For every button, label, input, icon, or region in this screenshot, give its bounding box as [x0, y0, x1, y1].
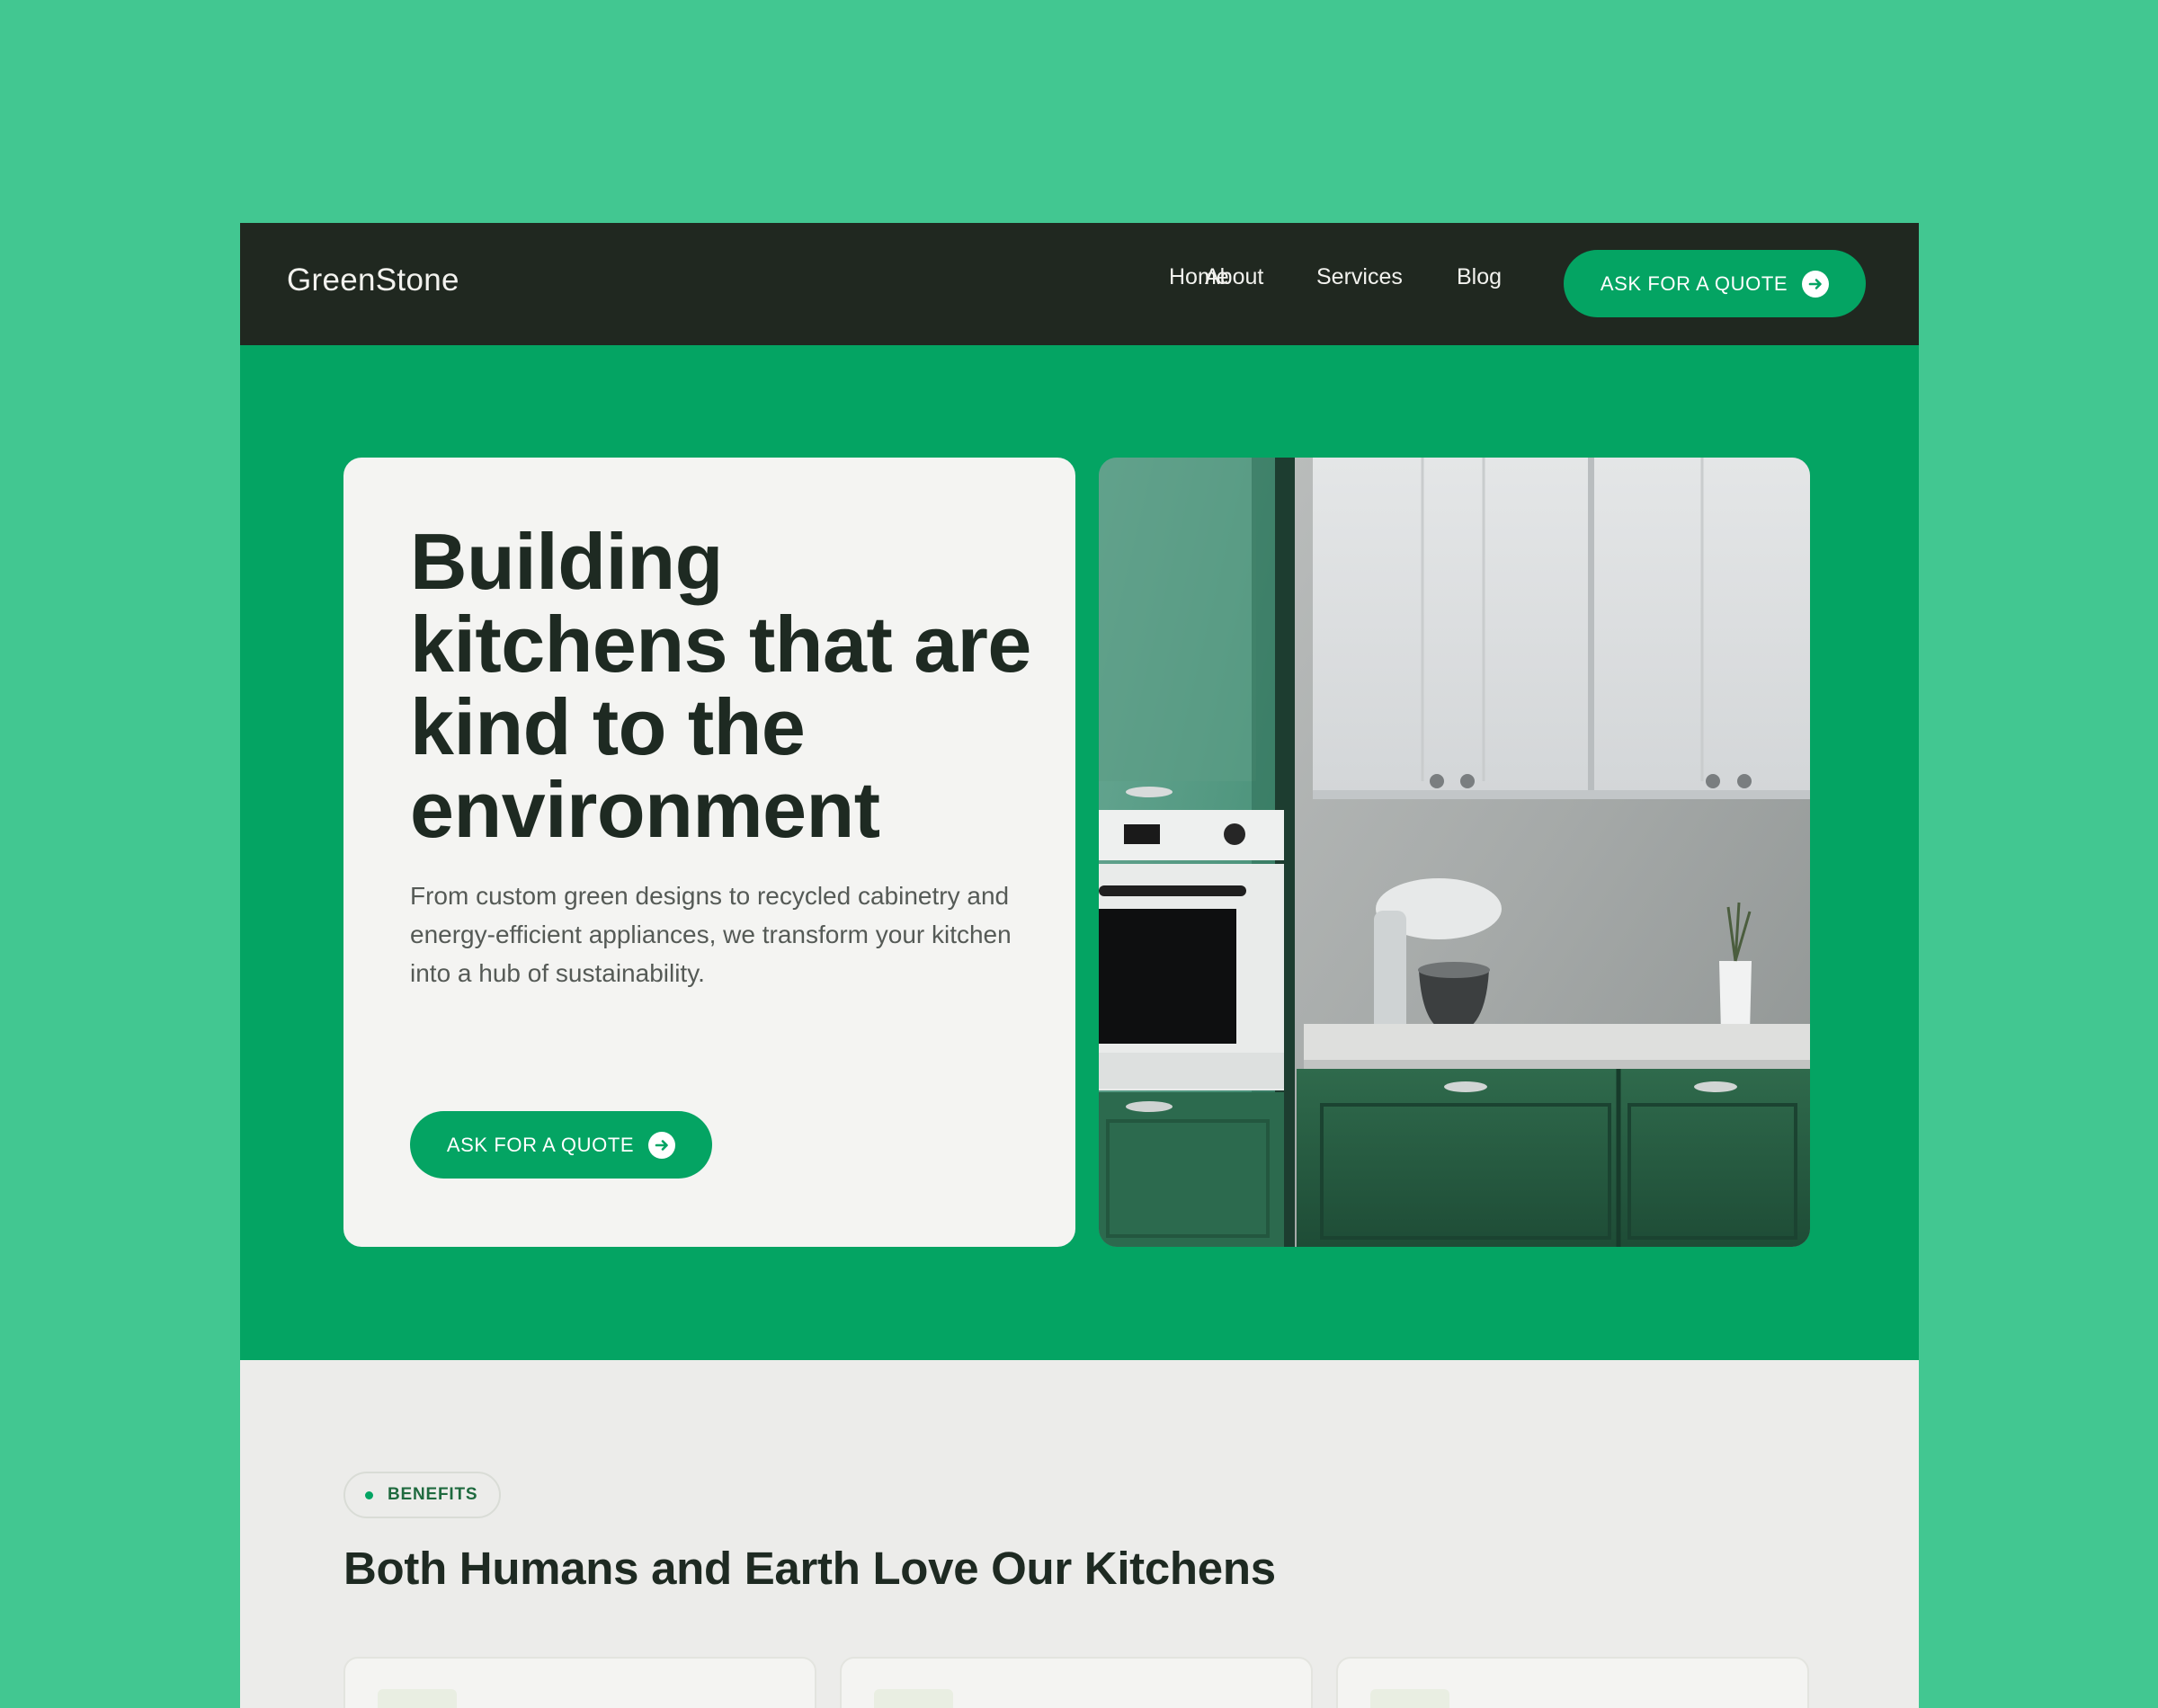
benefits-section: BENEFITS Both Humans and Earth Love Our … [240, 1360, 1919, 1708]
arrow-right-icon [648, 1131, 676, 1159]
logo[interactable]: GreenStone [287, 262, 459, 298]
benefit-icon [378, 1689, 457, 1708]
hero-title: Building kitchens that are kind to the e… [410, 517, 1031, 854]
website-frame: GreenStone Home About Services Blog ASK … [240, 223, 1919, 1708]
arrow-right-icon [1802, 270, 1830, 298]
benefits-badge-label: BENEFITS [388, 1485, 478, 1504]
benefit-card [1336, 1657, 1809, 1708]
badge-dot-icon [365, 1490, 373, 1499]
benefits-title: Both Humans and Earth Love Our Kitchens [343, 1543, 1276, 1594]
nav-link-about[interactable]: About [1205, 264, 1263, 290]
hero-card: Building kitchens that are kind to the e… [343, 458, 1075, 1247]
hero-description: From custom green designs to recycled ca… [410, 882, 1012, 987]
hero-kitchen-image [1099, 458, 1810, 1247]
nav-quote-button[interactable]: ASK FOR A QUOTE [1564, 250, 1866, 317]
benefit-icon [874, 1689, 953, 1708]
benefit-icon [1370, 1689, 1449, 1708]
hero-quote-label: ASK FOR A QUOTE [446, 1133, 635, 1156]
benefit-card [840, 1657, 1313, 1708]
benefits-badge: BENEFITS [343, 1472, 502, 1518]
nav-quote-label: ASK FOR A QUOTE [1600, 271, 1788, 295]
benefit-card [343, 1657, 816, 1708]
navbar: GreenStone Home About Services Blog ASK … [240, 223, 1919, 345]
hero-quote-button[interactable]: ASK FOR A QUOTE [410, 1111, 712, 1179]
nav-link-services[interactable]: Services [1316, 264, 1403, 290]
nav-link-blog[interactable]: Blog [1457, 264, 1502, 290]
